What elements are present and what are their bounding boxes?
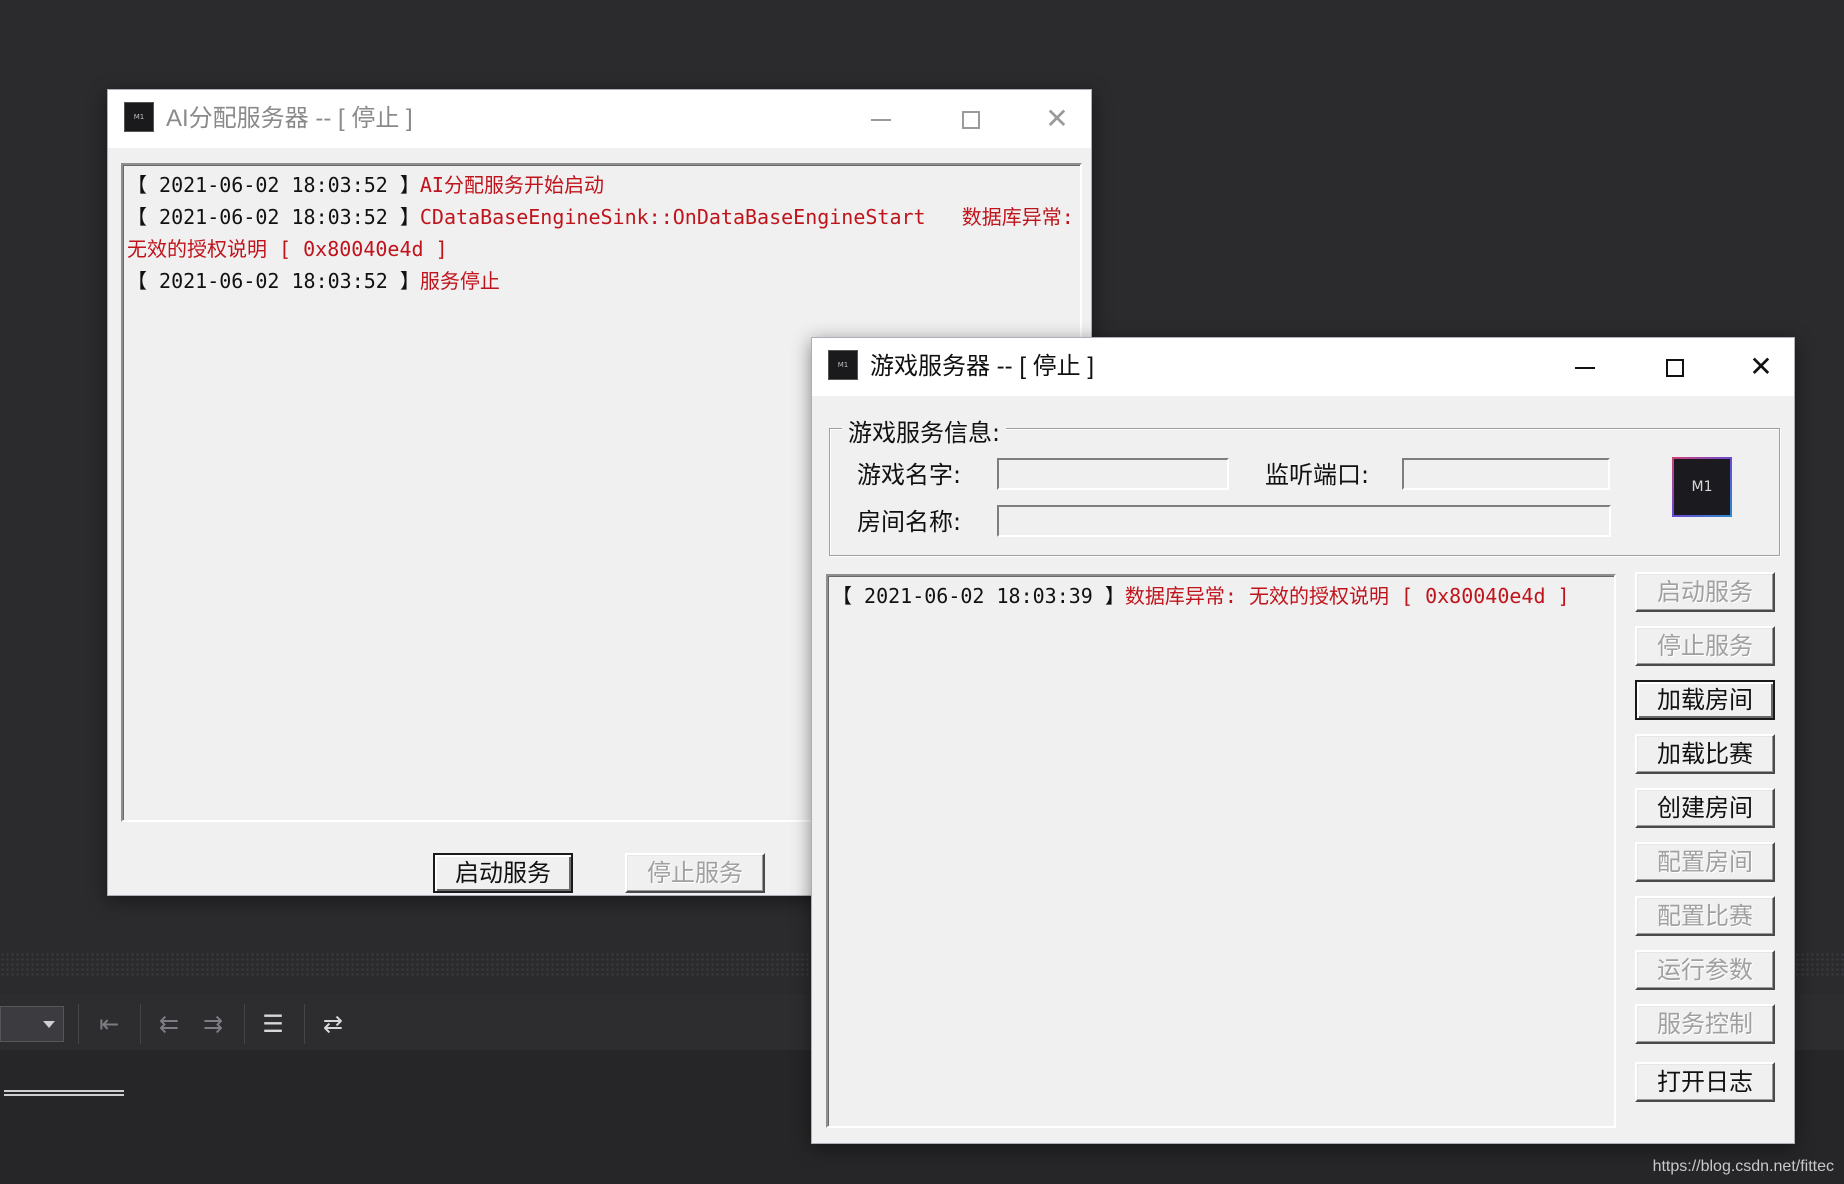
clear-bookmarks-icon[interactable]: ☰ bbox=[258, 1008, 288, 1040]
log-panel[interactable]: 【 2021-06-02 18:03:39 】数据库异常: 无效的授权说明 [ … bbox=[826, 574, 1616, 1128]
ide-combo-box[interactable] bbox=[0, 1006, 64, 1042]
window-title: 游戏服务器 -- [ 停止 ] bbox=[870, 353, 1094, 380]
maximize-icon bbox=[962, 111, 980, 129]
run-params-button[interactable]: 运行参数 bbox=[1635, 950, 1775, 990]
app-icon: M1 bbox=[124, 102, 154, 132]
log-timestamp: 【 2021-06-02 18:03:39 】 bbox=[832, 584, 1125, 608]
room-name-field[interactable] bbox=[997, 505, 1611, 537]
create-room-button[interactable]: 创建房间 bbox=[1635, 788, 1775, 828]
group-title: 游戏服务信息: bbox=[842, 413, 1007, 448]
chevron-down-icon bbox=[43, 1021, 55, 1028]
load-match-button[interactable]: 加载比赛 bbox=[1635, 734, 1775, 774]
log-timestamp: 【 2021-06-02 18:03:52 】 bbox=[127, 173, 420, 197]
log-message: AI分配服务开始启动 bbox=[419, 173, 604, 197]
load-room-button[interactable]: 加载房间 bbox=[1635, 680, 1775, 720]
chip-logo-icon: M1 bbox=[1672, 457, 1732, 517]
window-title: AI分配服务器 -- [ 停止 ] bbox=[166, 105, 413, 132]
config-match-button[interactable]: 配置比赛 bbox=[1635, 896, 1775, 936]
watermark: https://blog.csdn.net/fittec bbox=[1652, 1158, 1834, 1175]
minimize-icon bbox=[1575, 367, 1595, 369]
maximize-button[interactable] bbox=[1630, 338, 1720, 396]
listen-port-field[interactable] bbox=[1402, 458, 1610, 490]
outdent-icon[interactable]: ⇤ bbox=[94, 1008, 124, 1040]
maximize-button[interactable] bbox=[926, 90, 1016, 148]
indent-right-icon[interactable]: ⇉ bbox=[198, 1008, 228, 1040]
title-bar[interactable]: M1 游戏服务器 -- [ 停止 ] ✕ bbox=[812, 338, 1794, 396]
stop-service-button[interactable]: 停止服务 bbox=[1635, 626, 1775, 666]
ide-divider-lines bbox=[4, 1090, 124, 1096]
log-line: 【 2021-06-02 18:03:39 】数据库异常: 无效的授权说明 [ … bbox=[832, 580, 1610, 612]
game-name-label: 游戏名字: bbox=[857, 461, 962, 489]
minimize-button[interactable] bbox=[1540, 338, 1630, 396]
indent-left-icon[interactable]: ⇇ bbox=[154, 1008, 184, 1040]
service-control-button[interactable]: 服务控制 bbox=[1635, 1004, 1775, 1044]
toolbar-separator bbox=[78, 1004, 79, 1044]
title-bar[interactable]: M1 AI分配服务器 -- [ 停止 ] ✕ bbox=[108, 90, 1091, 148]
close-button[interactable]: ✕ bbox=[1716, 338, 1806, 396]
close-button[interactable]: ✕ bbox=[1012, 90, 1102, 148]
toggle-wrap-icon[interactable]: ⇄ bbox=[318, 1008, 348, 1040]
log-timestamp: 【 2021-06-02 18:03:52 】 bbox=[127, 269, 420, 293]
log-line: 【 2021-06-02 18:03:52 】服务停止 bbox=[127, 265, 1076, 297]
toolbar-separator bbox=[140, 1004, 141, 1044]
log-line: 【 2021-06-02 18:03:52 】CDataBaseEngineSi… bbox=[127, 201, 1076, 265]
open-log-button[interactable]: 打开日志 bbox=[1635, 1062, 1775, 1102]
start-service-button[interactable]: 启动服务 bbox=[1635, 572, 1775, 612]
minimize-button[interactable] bbox=[836, 90, 926, 148]
game-name-field[interactable] bbox=[997, 458, 1229, 490]
log-timestamp: 【 2021-06-02 18:03:52 】 bbox=[127, 205, 420, 229]
toolbar-separator bbox=[304, 1004, 305, 1044]
log-message: 服务停止 bbox=[419, 269, 500, 293]
close-icon: ✕ bbox=[1749, 350, 1773, 383]
minimize-icon bbox=[871, 119, 891, 121]
toolbar-separator bbox=[244, 1004, 245, 1044]
log-line: 【 2021-06-02 18:03:52 】AI分配服务开始启动 bbox=[127, 169, 1076, 201]
room-name-label: 房间名称: bbox=[857, 508, 962, 536]
close-icon: ✕ bbox=[1045, 102, 1069, 135]
app-icon: M1 bbox=[828, 350, 858, 380]
start-service-button[interactable]: 启动服务 bbox=[433, 853, 573, 893]
config-room-button[interactable]: 配置房间 bbox=[1635, 842, 1775, 882]
log-message: 数据库异常: 无效的授权说明 [ 0x80040e4d ] bbox=[1124, 584, 1570, 608]
stop-service-button[interactable]: 停止服务 bbox=[625, 853, 765, 893]
listen-port-label: 监听端口: bbox=[1265, 461, 1370, 489]
maximize-icon bbox=[1666, 359, 1684, 377]
game-server-window: M1 游戏服务器 -- [ 停止 ] ✕ 游戏服务信息: 游戏名字: 监听端口:… bbox=[811, 337, 1795, 1144]
